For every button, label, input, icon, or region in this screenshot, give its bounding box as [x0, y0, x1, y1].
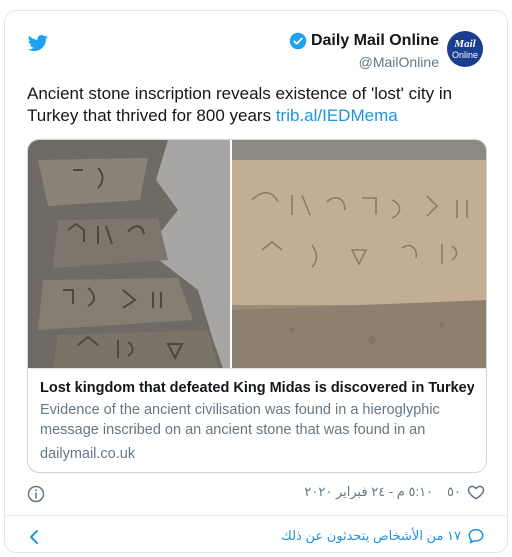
author-handle[interactable]: @MailOnline	[289, 53, 439, 71]
back-chevron-icon[interactable]	[27, 529, 41, 545]
card-images[interactable]	[28, 140, 486, 368]
author-block[interactable]: Daily Mail Online @MailOnline Mail Onlin…	[289, 31, 483, 71]
like-count[interactable]: ٥٠	[447, 484, 461, 500]
tweet-footer: ١٧ من الأشخاص يتحدثون عن ذلك	[27, 523, 485, 551]
tweet-text: Ancient stone inscription reveals existe…	[27, 83, 497, 127]
avatar-logo-line1: Mail	[454, 37, 476, 50]
timestamp[interactable]: ٥:١٠ م - ٢٤ فبراير ٢٠٢٠	[304, 484, 433, 500]
verified-badge-icon	[289, 32, 307, 50]
divider	[5, 515, 507, 516]
heart-icon[interactable]	[467, 483, 485, 501]
stone-relief-image	[28, 140, 231, 368]
card-domain: dailymail.co.uk	[40, 446, 136, 462]
card-description: Evidence of the ancient civilisation was…	[40, 402, 440, 438]
tweet-meta-row: ٥:١٠ م - ٢٤ فبراير ٢٠٢٠ ٥٠	[27, 483, 485, 505]
info-icon[interactable]	[27, 485, 45, 503]
link-preview-card[interactable]: Lost kingdom that defeated King Midas is…	[27, 139, 487, 473]
tweet-embed-card: Daily Mail Online @MailOnline Mail Onlin…	[4, 10, 508, 553]
author-name[interactable]: Daily Mail Online	[311, 31, 439, 51]
replies-text[interactable]: ١٧ من الأشخاص يتحدثون عن ذلك	[281, 528, 461, 544]
tweet-link[interactable]: trib.al/IEDMema	[276, 106, 398, 125]
avatar[interactable]: Mail Online	[447, 31, 483, 67]
replies-link[interactable]: ١٧ من الأشخاص يتحدثون عن ذلك	[281, 527, 485, 545]
card-title[interactable]: Lost kingdom that defeated King Midas is…	[40, 378, 474, 398]
card-body[interactable]: Lost kingdom that defeated King Midas is…	[28, 368, 486, 464]
reply-icon[interactable]	[467, 527, 485, 545]
excavated-stone-image	[230, 140, 486, 368]
twitter-bird-icon[interactable]	[27, 33, 49, 53]
avatar-logo-line2: Online	[451, 49, 478, 60]
